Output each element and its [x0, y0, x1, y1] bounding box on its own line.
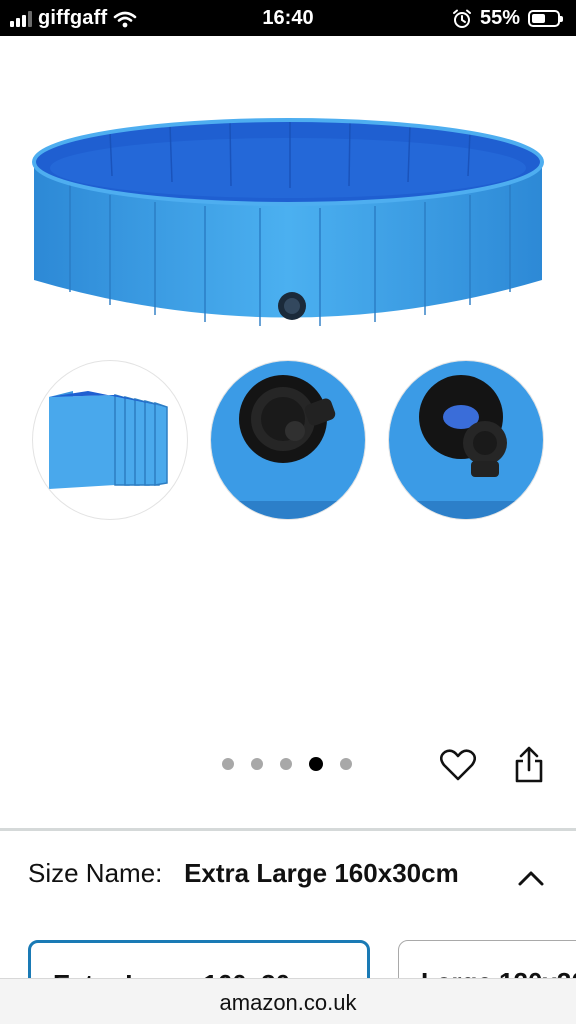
- size-name-heading: Size Name: Extra Large 160x30cm: [28, 856, 468, 890]
- carousel-dots: [222, 757, 352, 771]
- battery-icon: [528, 10, 563, 27]
- thumbnail-folded-pool[interactable]: [32, 360, 188, 520]
- pool-illustration: [32, 118, 544, 326]
- carousel-dot[interactable]: [280, 758, 292, 770]
- section-divider: [0, 828, 576, 831]
- share-icon: [515, 746, 543, 783]
- heart-icon: [440, 749, 476, 781]
- status-right: 55%: [452, 7, 563, 30]
- share-button[interactable]: [507, 743, 551, 787]
- carousel-dot-active[interactable]: [309, 757, 323, 771]
- size-name-value: Extra Large 160x30cm: [184, 858, 459, 888]
- size-name-prefix: Size Name:: [28, 858, 163, 888]
- wishlist-button[interactable]: [436, 743, 480, 787]
- thumbnail-drain-closed[interactable]: [210, 360, 366, 520]
- url-text: amazon.co.uk: [219, 990, 357, 1015]
- collapse-button[interactable]: [516, 866, 546, 890]
- browser-url-bar[interactable]: amazon.co.uk: [0, 978, 576, 1024]
- carousel-dot[interactable]: [251, 758, 263, 770]
- status-bar: giffgaff 16:40 55%: [0, 0, 576, 36]
- carousel-dot[interactable]: [222, 758, 234, 770]
- thumbnail-drain-open[interactable]: [388, 360, 544, 520]
- product-thumbnails: [0, 360, 576, 530]
- product-main-image[interactable]: [20, 110, 556, 350]
- battery-percent: 55%: [479, 7, 520, 29]
- chevron-up-icon: [518, 871, 544, 886]
- alarm-icon: [452, 9, 471, 28]
- carousel-dot[interactable]: [340, 758, 352, 770]
